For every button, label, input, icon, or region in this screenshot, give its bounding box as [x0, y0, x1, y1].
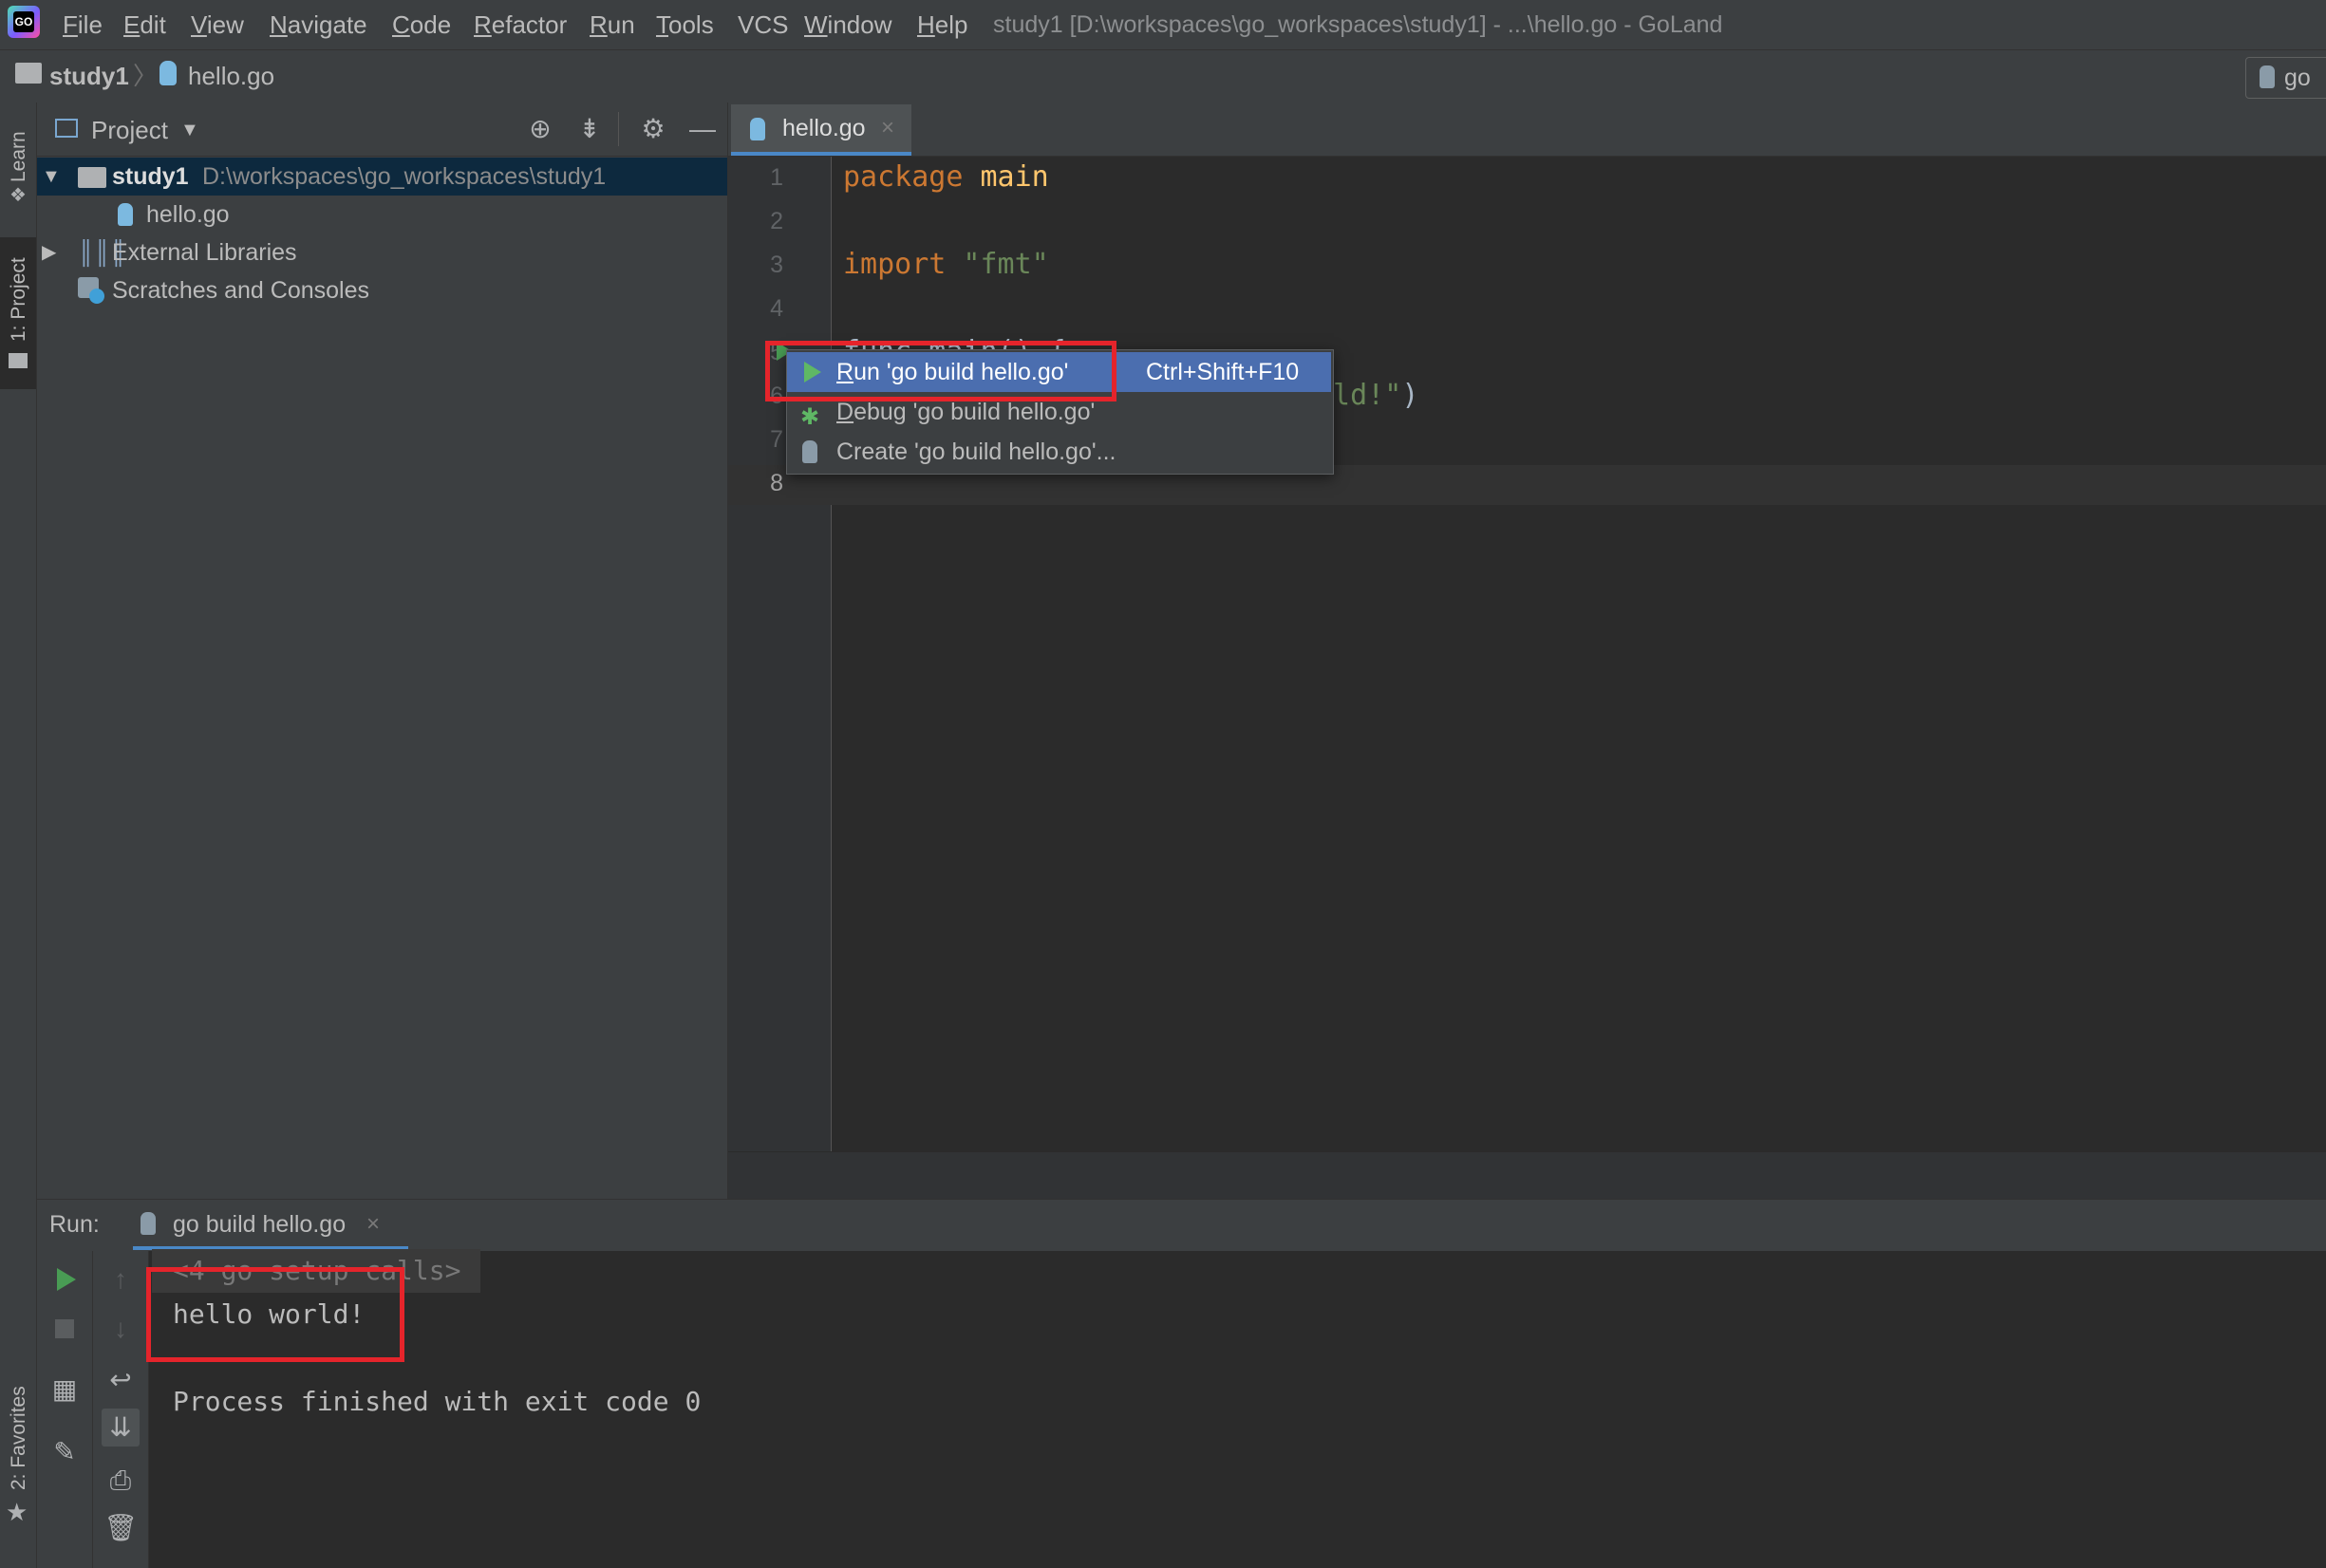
line-number: 1: [770, 164, 783, 191]
run-tab-label: go build hello.go: [173, 1211, 347, 1238]
editor-tab-hello-go[interactable]: hello.go ×: [731, 104, 911, 156]
run-tab-go-build[interactable]: go build hello.go ×: [133, 1201, 408, 1250]
soft-wrap-icon[interactable]: ↩: [102, 1361, 140, 1399]
tree-item-path: D:\workspaces\go_workspaces\study1: [202, 163, 607, 190]
layout-icon[interactable]: ▦: [46, 1371, 84, 1409]
line-number: 8: [770, 470, 783, 496]
console-exit-message: Process finished with exit code 0: [173, 1386, 702, 1417]
module-folder-icon: [78, 167, 106, 188]
up-arrow-icon[interactable]: ↑: [102, 1260, 140, 1298]
locate-file-icon[interactable]: ⊕: [525, 114, 555, 144]
logo-text: GO: [13, 11, 34, 32]
close-tab-icon[interactable]: ×: [366, 1203, 380, 1246]
run-config-label: go: [2284, 65, 2311, 91]
print-icon[interactable]: ⎙: [102, 1462, 140, 1500]
breadcrumb-file[interactable]: hello.go: [188, 50, 274, 103]
go-file-icon: [118, 203, 133, 226]
navigation-bar: [0, 50, 2326, 103]
go-file-icon: [750, 118, 765, 140]
menu-window[interactable]: Window: [804, 8, 891, 42]
stop-icon[interactable]: [46, 1310, 84, 1348]
menu-run[interactable]: Run: [590, 8, 635, 42]
breadcrumb-project[interactable]: study1: [49, 50, 129, 103]
project-folder-icon: [9, 353, 28, 368]
close-tab-icon[interactable]: ×: [881, 108, 894, 148]
goland-logo-icon: GO: [8, 6, 40, 38]
toolbar-divider: [618, 112, 619, 146]
star-icon: ★: [6, 1498, 28, 1526]
trash-icon[interactable]: 🗑: [102, 1509, 140, 1547]
editor-bottom-strip: [728, 1152, 2326, 1199]
run-configuration-selector[interactable]: go: [2245, 57, 2326, 99]
tree-item-label: External Libraries: [112, 239, 297, 266]
breadcrumb-separator-icon: 〉: [133, 62, 159, 90]
run-toolbar-primary: [37, 1251, 93, 1568]
folder-icon: [15, 63, 42, 84]
menu-help[interactable]: Help: [917, 8, 967, 42]
code-line-1: package main: [843, 160, 1049, 194]
project-view-dropdown-icon[interactable]: ▼: [180, 106, 199, 154]
line-number: 2: [770, 208, 783, 234]
go-gopher-icon: [2260, 65, 2275, 88]
go-file-icon: [159, 61, 177, 85]
tab-label: hello.go: [782, 115, 866, 141]
down-arrow-icon[interactable]: ↓: [102, 1310, 140, 1348]
menu-edit[interactable]: Edit: [123, 8, 166, 42]
project-view-selector[interactable]: Project: [91, 106, 168, 154]
menu-file[interactable]: File: [63, 8, 103, 42]
menu-refactor[interactable]: Refactor: [474, 8, 567, 42]
menu-vcs[interactable]: VCS: [738, 8, 788, 42]
run-panel-label: Run:: [49, 1211, 100, 1238]
learn-icon: ❖: [9, 185, 27, 206]
popup-create-item[interactable]: Create 'go build hello.go'...: [787, 432, 1331, 472]
line-number: 4: [770, 295, 783, 322]
go-gopher-icon: [802, 440, 817, 463]
gear-icon[interactable]: ⚙: [638, 114, 668, 144]
scroll-to-end-icon[interactable]: ⇊: [102, 1409, 140, 1447]
rerun-icon[interactable]: [46, 1260, 84, 1298]
code-line-3: import "fmt": [843, 248, 1049, 281]
menu-view[interactable]: View: [191, 8, 244, 42]
tree-item-label: study1: [112, 163, 189, 190]
menu-navigate[interactable]: Navigate: [270, 8, 367, 42]
hide-panel-icon[interactable]: —: [687, 114, 718, 144]
menu-tools[interactable]: Tools: [656, 8, 714, 42]
tree-item-label: hello.go: [146, 201, 230, 228]
window-title: study1 [D:\workspaces\go_workspaces\stud…: [993, 11, 1723, 38]
tree-item-hello-go[interactable]: [37, 196, 727, 233]
tree-item-label: Scratches and Consoles: [112, 277, 369, 304]
expand-arrow-icon[interactable]: ▶: [42, 233, 56, 271]
popup-item-label: Create 'go build hello.go'...: [836, 439, 1116, 465]
highlight-box-output: [146, 1267, 404, 1362]
pin-icon[interactable]: ✎: [46, 1433, 84, 1471]
go-gopher-icon: [141, 1212, 156, 1235]
editor-tab-bar: [728, 103, 2326, 157]
highlight-box-run: [765, 341, 1116, 401]
popup-item-shortcut: Ctrl+Shift+F10: [1146, 359, 1300, 385]
expand-arrow-icon[interactable]: ▼: [42, 158, 61, 196]
line-number: 7: [770, 426, 783, 453]
collapse-all-icon[interactable]: ⇟: [574, 114, 605, 144]
line-number: 3: [770, 252, 783, 278]
code-editor[interactable]: [832, 157, 2326, 1151]
project-view-icon: [55, 119, 78, 138]
menu-code[interactable]: Code: [392, 8, 451, 42]
clock-icon: [89, 289, 104, 304]
